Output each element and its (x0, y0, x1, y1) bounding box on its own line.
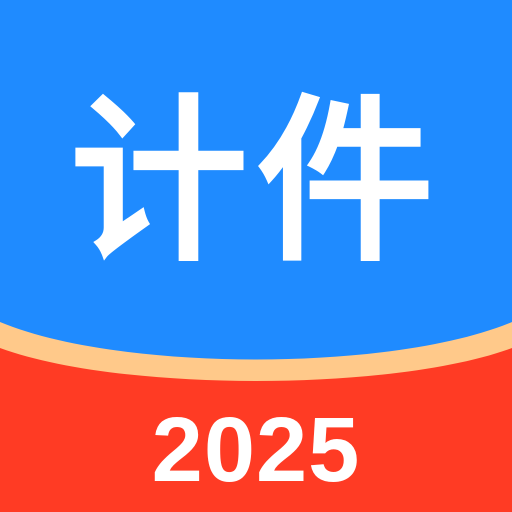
app-title: 计件 (70, 79, 442, 286)
year-label: 2025 (151, 399, 361, 501)
app-icon[interactable]: 计件 2025 (0, 0, 512, 512)
